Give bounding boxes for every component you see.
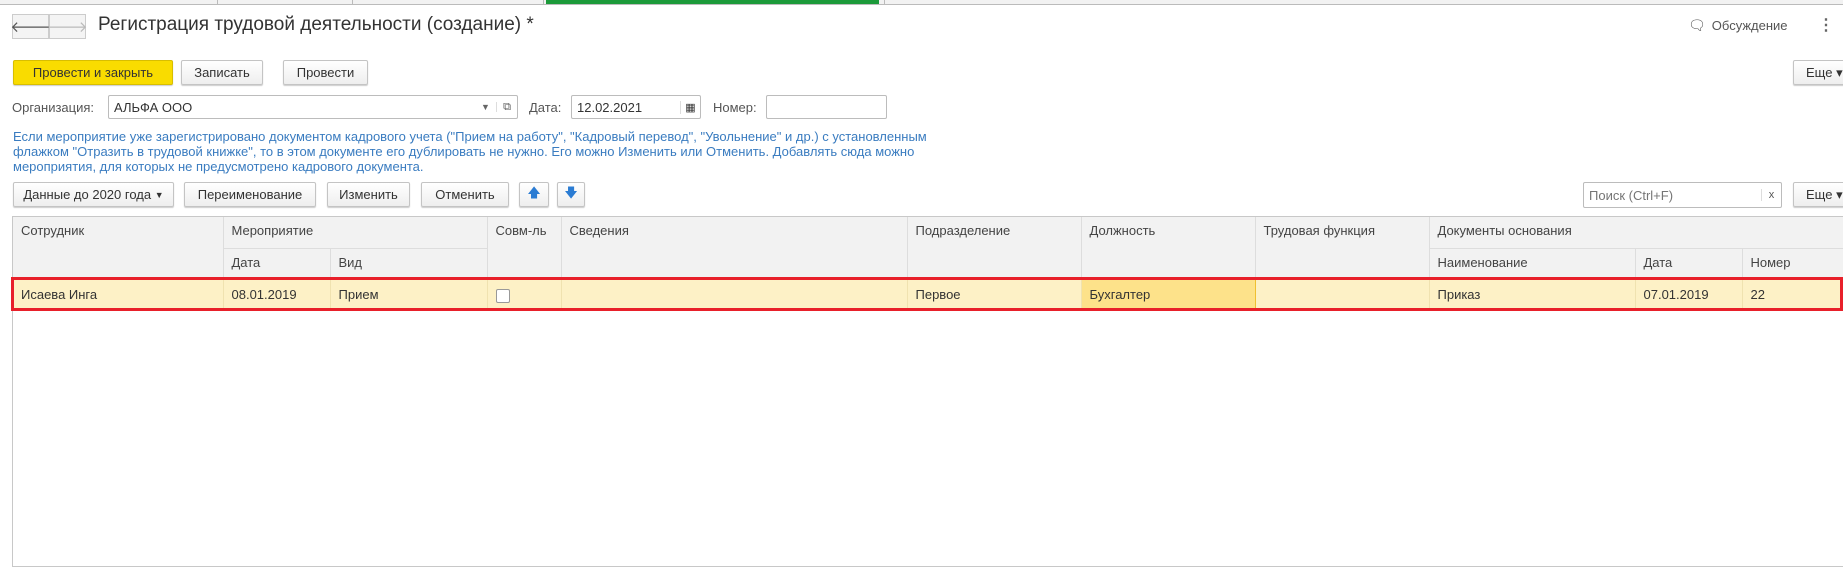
- number-label: Номер:: [713, 100, 757, 115]
- chat-icon: 🗨: [1688, 17, 1706, 33]
- col-parttime[interactable]: Совм-ль: [487, 217, 562, 280]
- events-table[interactable]: Сотрудник Мероприятие Совм-ль Сведения П…: [12, 216, 1843, 567]
- col-doc-name[interactable]: Наименование: [1429, 248, 1636, 280]
- active-tab-indicator[interactable]: [546, 0, 879, 4]
- col-doc-number[interactable]: Номер: [1742, 248, 1843, 280]
- info-text: Если мероприятие уже зарегистрировано до…: [13, 129, 927, 174]
- org-label: Организация:: [12, 100, 95, 115]
- tab-separator: [884, 0, 885, 5]
- date-field[interactable]: 12.02.2021 ▦: [571, 95, 701, 119]
- open-icon[interactable]: ⧉: [497, 101, 517, 114]
- org-value: АЛЬФА ООО: [114, 99, 193, 115]
- tab-separator: [217, 0, 218, 5]
- arrow-left-icon: 🡐: [10, 19, 51, 36]
- discussion-button[interactable]: 🗨 Обсуждение: [1688, 17, 1788, 34]
- rename-button[interactable]: Переименование: [184, 182, 316, 207]
- col-employee[interactable]: Сотрудник: [13, 217, 224, 280]
- highlight-annotation: [11, 277, 1843, 311]
- search-input[interactable]: [1584, 187, 1761, 203]
- col-function[interactable]: Трудовая функция: [1255, 217, 1430, 280]
- save-button[interactable]: Записать: [181, 60, 263, 85]
- change-button[interactable]: Изменить: [327, 182, 410, 207]
- data-before-2020-button[interactable]: Данные до 2020 года ▼: [13, 182, 174, 207]
- col-info[interactable]: Сведения: [561, 217, 908, 280]
- col-event-type[interactable]: Вид: [330, 248, 488, 280]
- dropdown-icon[interactable]: ▼: [475, 102, 497, 112]
- more-vertical-icon[interactable]: ⋮: [1818, 15, 1834, 35]
- arrow-right-icon: 🡒: [47, 19, 88, 36]
- col-event[interactable]: Мероприятие: [223, 217, 488, 249]
- table-more-label: Еще: [1806, 187, 1833, 202]
- cancel-button[interactable]: Отменить: [421, 182, 509, 207]
- window-tabs-bar: [0, 0, 1843, 5]
- post-button[interactable]: Провести: [283, 60, 368, 85]
- date-label: Дата:: [529, 100, 562, 115]
- col-docs[interactable]: Документы основания: [1429, 217, 1843, 249]
- number-field[interactable]: [766, 95, 887, 119]
- tab-separator: [352, 0, 353, 5]
- col-event-date[interactable]: Дата: [223, 248, 331, 280]
- org-field[interactable]: АЛЬФА ООО ▼ ⧉: [108, 95, 518, 119]
- table-more-button[interactable]: Еще ▾: [1793, 182, 1843, 207]
- more-label: Еще: [1806, 65, 1833, 80]
- move-down-button[interactable]: 🡇: [557, 182, 585, 207]
- clear-search-button[interactable]: x: [1761, 189, 1781, 201]
- data-before-label: Данные до 2020 года: [23, 187, 152, 202]
- more-button[interactable]: Еще ▾: [1793, 60, 1843, 85]
- search-field[interactable]: x: [1583, 182, 1782, 208]
- page-title: Регистрация трудовой деятельности (созда…: [98, 14, 534, 35]
- move-up-button[interactable]: 🡅: [519, 182, 549, 207]
- back-button[interactable]: 🡐: [10, 14, 51, 39]
- col-doc-date[interactable]: Дата: [1635, 248, 1743, 280]
- forward-button[interactable]: 🡒: [47, 14, 88, 39]
- tab-separator: [543, 0, 544, 5]
- discussion-label: Обсуждение: [1711, 18, 1788, 33]
- col-position[interactable]: Должность: [1081, 217, 1256, 280]
- arrow-down-icon: 🡇: [564, 184, 578, 200]
- arrow-up-icon: 🡅: [527, 184, 541, 200]
- col-dept[interactable]: Подразделение: [907, 217, 1082, 280]
- post-and-close-button[interactable]: Провести и закрыть: [13, 60, 173, 85]
- calendar-icon[interactable]: ▦: [680, 100, 700, 114]
- date-value: 12.02.2021: [577, 99, 643, 115]
